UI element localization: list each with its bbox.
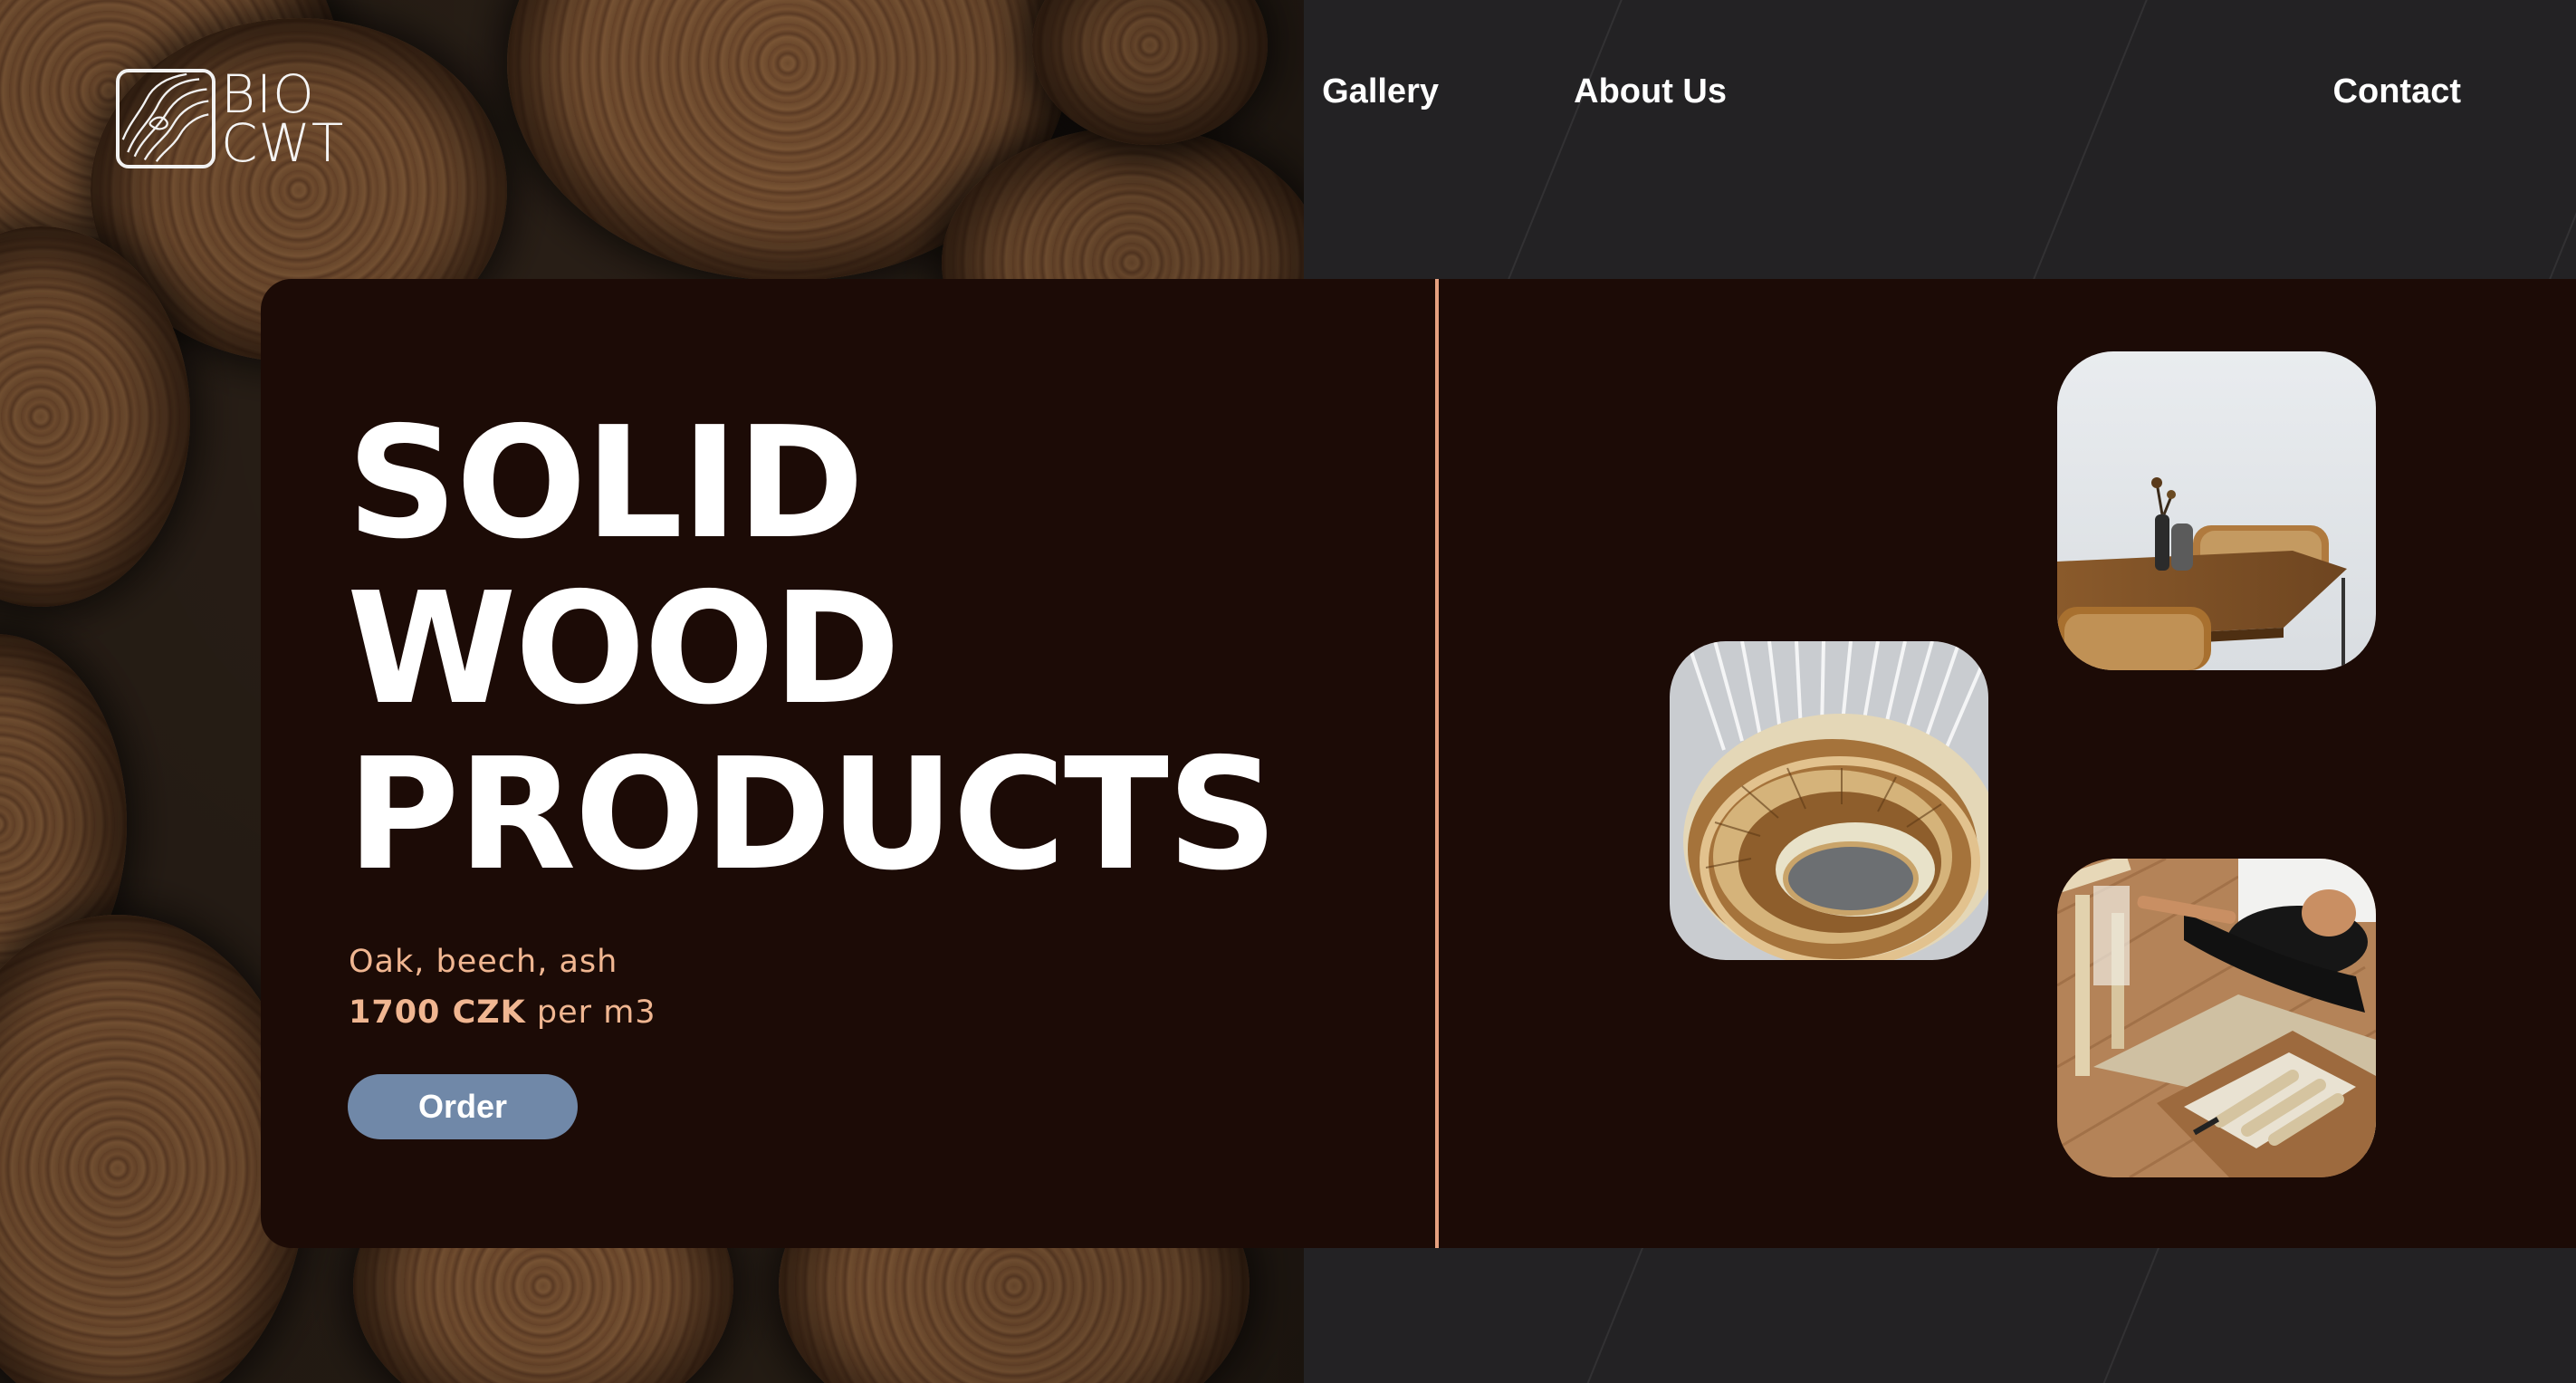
brand-name-line2: CWT	[221, 112, 345, 174]
headline-line-2: WOOD	[347, 560, 901, 739]
brand-logo[interactable]: BIO CWT	[116, 63, 345, 174]
table-with-chairs-photo[interactable]	[2057, 351, 2376, 670]
vertical-divider	[1435, 279, 1439, 1248]
wood-grain-logo-icon	[116, 69, 215, 168]
hero-card: SOLID WOOD PRODUCTS Oak, beech, ash 1700…	[261, 279, 2576, 1248]
price-unit: per m3	[525, 994, 656, 1031]
nav-gallery-link[interactable]: Gallery	[1322, 72, 1439, 111]
hero-details: Oak, beech, ash 1700 CZK per m3	[349, 936, 656, 1038]
nav-contact-link[interactable]: Contact	[2333, 72, 2461, 111]
headline-line-1: SOLID	[347, 394, 865, 573]
price-line: 1700 CZK per m3	[349, 987, 656, 1038]
spiral-staircase-photo[interactable]	[1670, 641, 1988, 960]
nav-about-us-link[interactable]: About Us	[1574, 72, 1727, 111]
brand-name: BIO CWT	[221, 63, 345, 174]
brand-name-line1: BIO	[221, 63, 315, 125]
order-button[interactable]: Order	[348, 1074, 578, 1139]
hero-headline: SOLID WOOD PRODUCTS	[347, 394, 1278, 905]
price-value: 1700 CZK	[349, 994, 526, 1031]
headline-line-3: PRODUCTS	[347, 725, 1278, 905]
wood-types-text: Oak, beech, ash	[349, 944, 618, 980]
assembling-chair-photo[interactable]	[2057, 859, 2376, 1177]
